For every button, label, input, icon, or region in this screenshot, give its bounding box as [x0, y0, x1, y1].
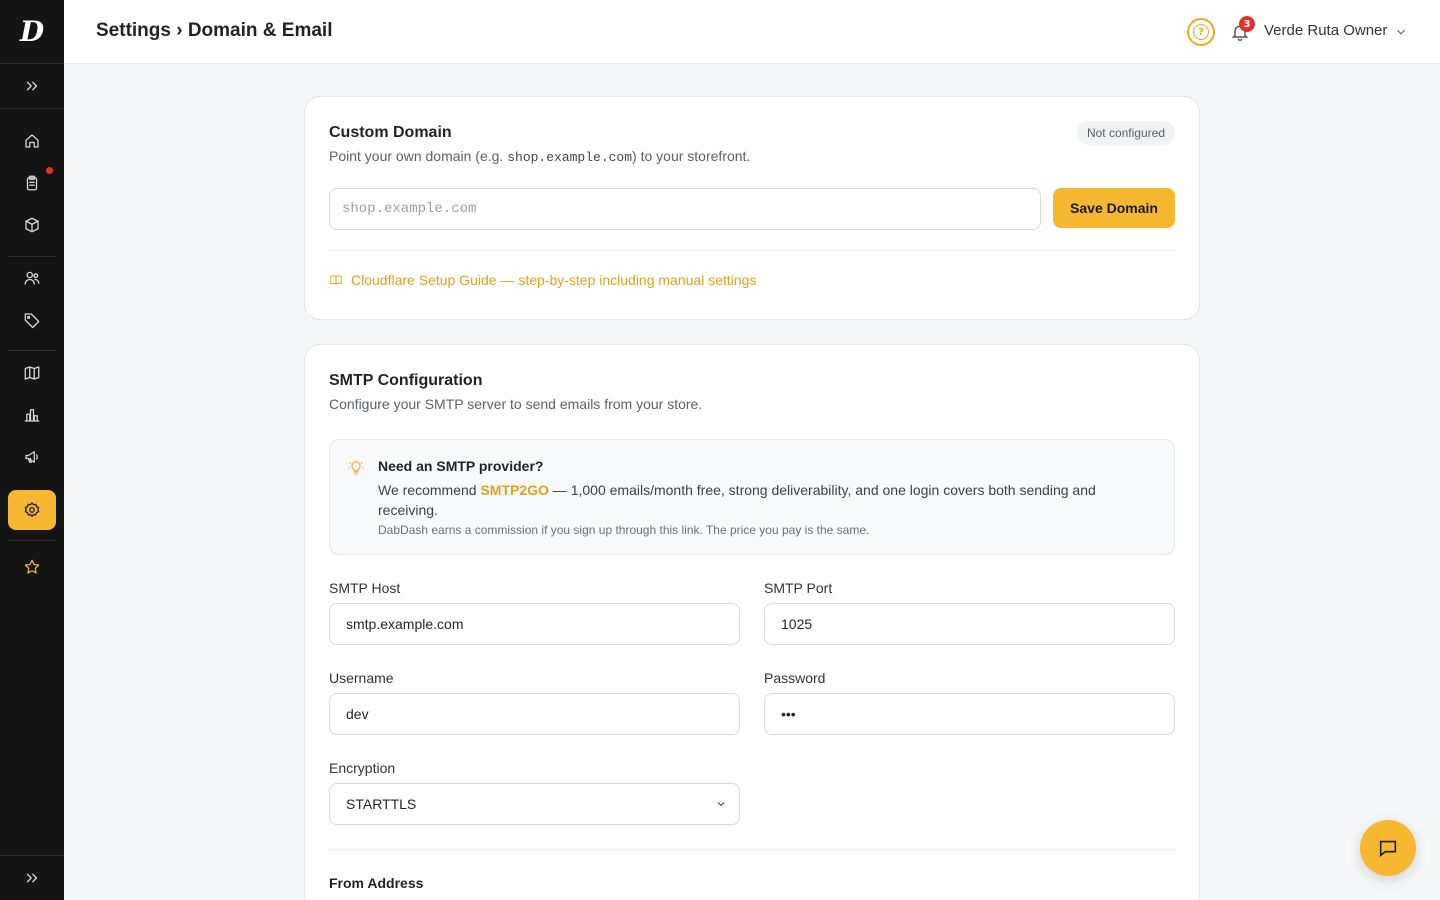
- from-address-title: From Address: [329, 875, 424, 891]
- password-input[interactable]: [764, 693, 1175, 735]
- top-header: Settings › Domain & Email ? 3 Verde Ruta…: [64, 0, 1440, 64]
- collapse-sidebar-button[interactable]: [8, 858, 56, 898]
- sidebar-divider: [0, 108, 64, 109]
- chat-icon: [1379, 840, 1397, 857]
- smtp-host-input[interactable]: [329, 603, 740, 645]
- encryption-selected-value: STARTTLS: [346, 796, 417, 812]
- affiliate-note: DabDash earns a commission if you sign u…: [378, 523, 870, 537]
- cloudflare-guide-label: Cloudflare Setup Guide — step-by-step in…: [351, 272, 757, 288]
- smtp2go-link[interactable]: SMTP2GO: [480, 482, 548, 498]
- username-label: Username: [329, 670, 394, 686]
- smtp-provider-tip: Need an SMTP provider? We recommend SMTP…: [329, 439, 1175, 555]
- help-button[interactable]: ?: [1187, 18, 1215, 46]
- sidebar-item-home[interactable]: [8, 121, 56, 161]
- smtp-subtitle: Configure your SMTP server to send email…: [329, 396, 703, 412]
- sidebar-item-settings[interactable]: [8, 490, 56, 530]
- subtitle-text: ) to your storefront.: [632, 148, 751, 164]
- book-open-icon: [330, 275, 342, 285]
- analytics-icon: [24, 409, 40, 422]
- expand-icon: [26, 81, 38, 91]
- question-icon: ?: [1193, 24, 1209, 40]
- domain-status-badge: Not configured: [1076, 121, 1175, 145]
- gear-icon: [24, 502, 40, 518]
- app-logo[interactable]: D: [0, 0, 64, 64]
- user-menu-toggle[interactable]: [1394, 24, 1408, 38]
- username-input[interactable]: [329, 693, 740, 735]
- notification-count-badge: 3: [1239, 16, 1255, 32]
- megaphone-icon: [25, 451, 38, 463]
- sidebar-item-analytics[interactable]: [8, 395, 56, 435]
- smtp-port-input[interactable]: [764, 603, 1175, 645]
- sidebar-item-favorites[interactable]: [8, 547, 56, 587]
- cloudflare-guide-link[interactable]: Cloudflare Setup Guide — step-by-step in…: [329, 272, 756, 288]
- sidebar-item-products[interactable]: [8, 205, 56, 245]
- logo-icon: D: [19, 15, 45, 48]
- tag-icon: [24, 313, 40, 329]
- custom-domain-subtitle: Point your own domain (e.g. shop.example…: [329, 148, 750, 165]
- smtp-configuration-card: SMTP Configuration Configure your SMTP s…: [304, 344, 1200, 900]
- domain-input[interactable]: [329, 188, 1041, 230]
- password-label: Password: [764, 670, 826, 686]
- sidebar-item-orders[interactable]: [8, 163, 56, 203]
- sidebar-item-marketing[interactable]: [8, 437, 56, 477]
- sidebar-divider: [0, 855, 64, 856]
- chat-support-button[interactable]: [1360, 820, 1416, 876]
- smtp-host-label: SMTP Host: [329, 580, 401, 596]
- smtp-port-label: SMTP Port: [764, 580, 833, 596]
- tip-body: We recommend SMTP2GO — 1,000 emails/mont…: [378, 480, 1158, 520]
- notification-dot: [46, 167, 53, 174]
- collapse-icon: [26, 873, 38, 883]
- expand-sidebar-button[interactable]: [8, 66, 56, 106]
- sidebar-item-guides[interactable]: [8, 353, 56, 393]
- page-title: Settings › Domain & Email: [96, 20, 333, 41]
- user-menu[interactable]: Verde Ruta Owner: [1264, 22, 1387, 39]
- sidebar-separator: [8, 540, 56, 541]
- divider: [329, 849, 1175, 850]
- custom-domain-title: Custom Domain: [329, 124, 452, 141]
- sidebar-separator: [8, 350, 56, 351]
- sidebar-item-discounts[interactable]: [8, 300, 56, 340]
- sidebar-item-customers[interactable]: [8, 258, 56, 298]
- chevron-down-icon: [1397, 29, 1405, 35]
- home-icon: [25, 134, 39, 148]
- sidebar: D: [0, 0, 64, 900]
- box-icon: [25, 217, 39, 233]
- custom-domain-card: Custom Domain Point your own domain (e.g…: [304, 96, 1200, 320]
- orders-icon: [26, 175, 38, 191]
- encryption-label: Encryption: [329, 760, 396, 776]
- divider: [329, 250, 1175, 251]
- chevron-down-icon: [717, 802, 725, 807]
- save-domain-button[interactable]: Save Domain: [1053, 188, 1175, 228]
- lightbulb-icon: [348, 459, 364, 476]
- star-icon: [24, 559, 40, 574]
- subtitle-text: Point your own domain (e.g.: [329, 148, 508, 164]
- encryption-select[interactable]: STARTTLS: [329, 783, 740, 825]
- customers-icon: [24, 271, 40, 285]
- sidebar-separator: [8, 256, 56, 257]
- tip-title: Need an SMTP provider?: [378, 458, 544, 474]
- tip-text: We recommend: [378, 482, 481, 498]
- book-icon: [24, 366, 40, 380]
- smtp-title: SMTP Configuration: [329, 372, 483, 389]
- example-domain-code: shop.example.com: [507, 150, 633, 165]
